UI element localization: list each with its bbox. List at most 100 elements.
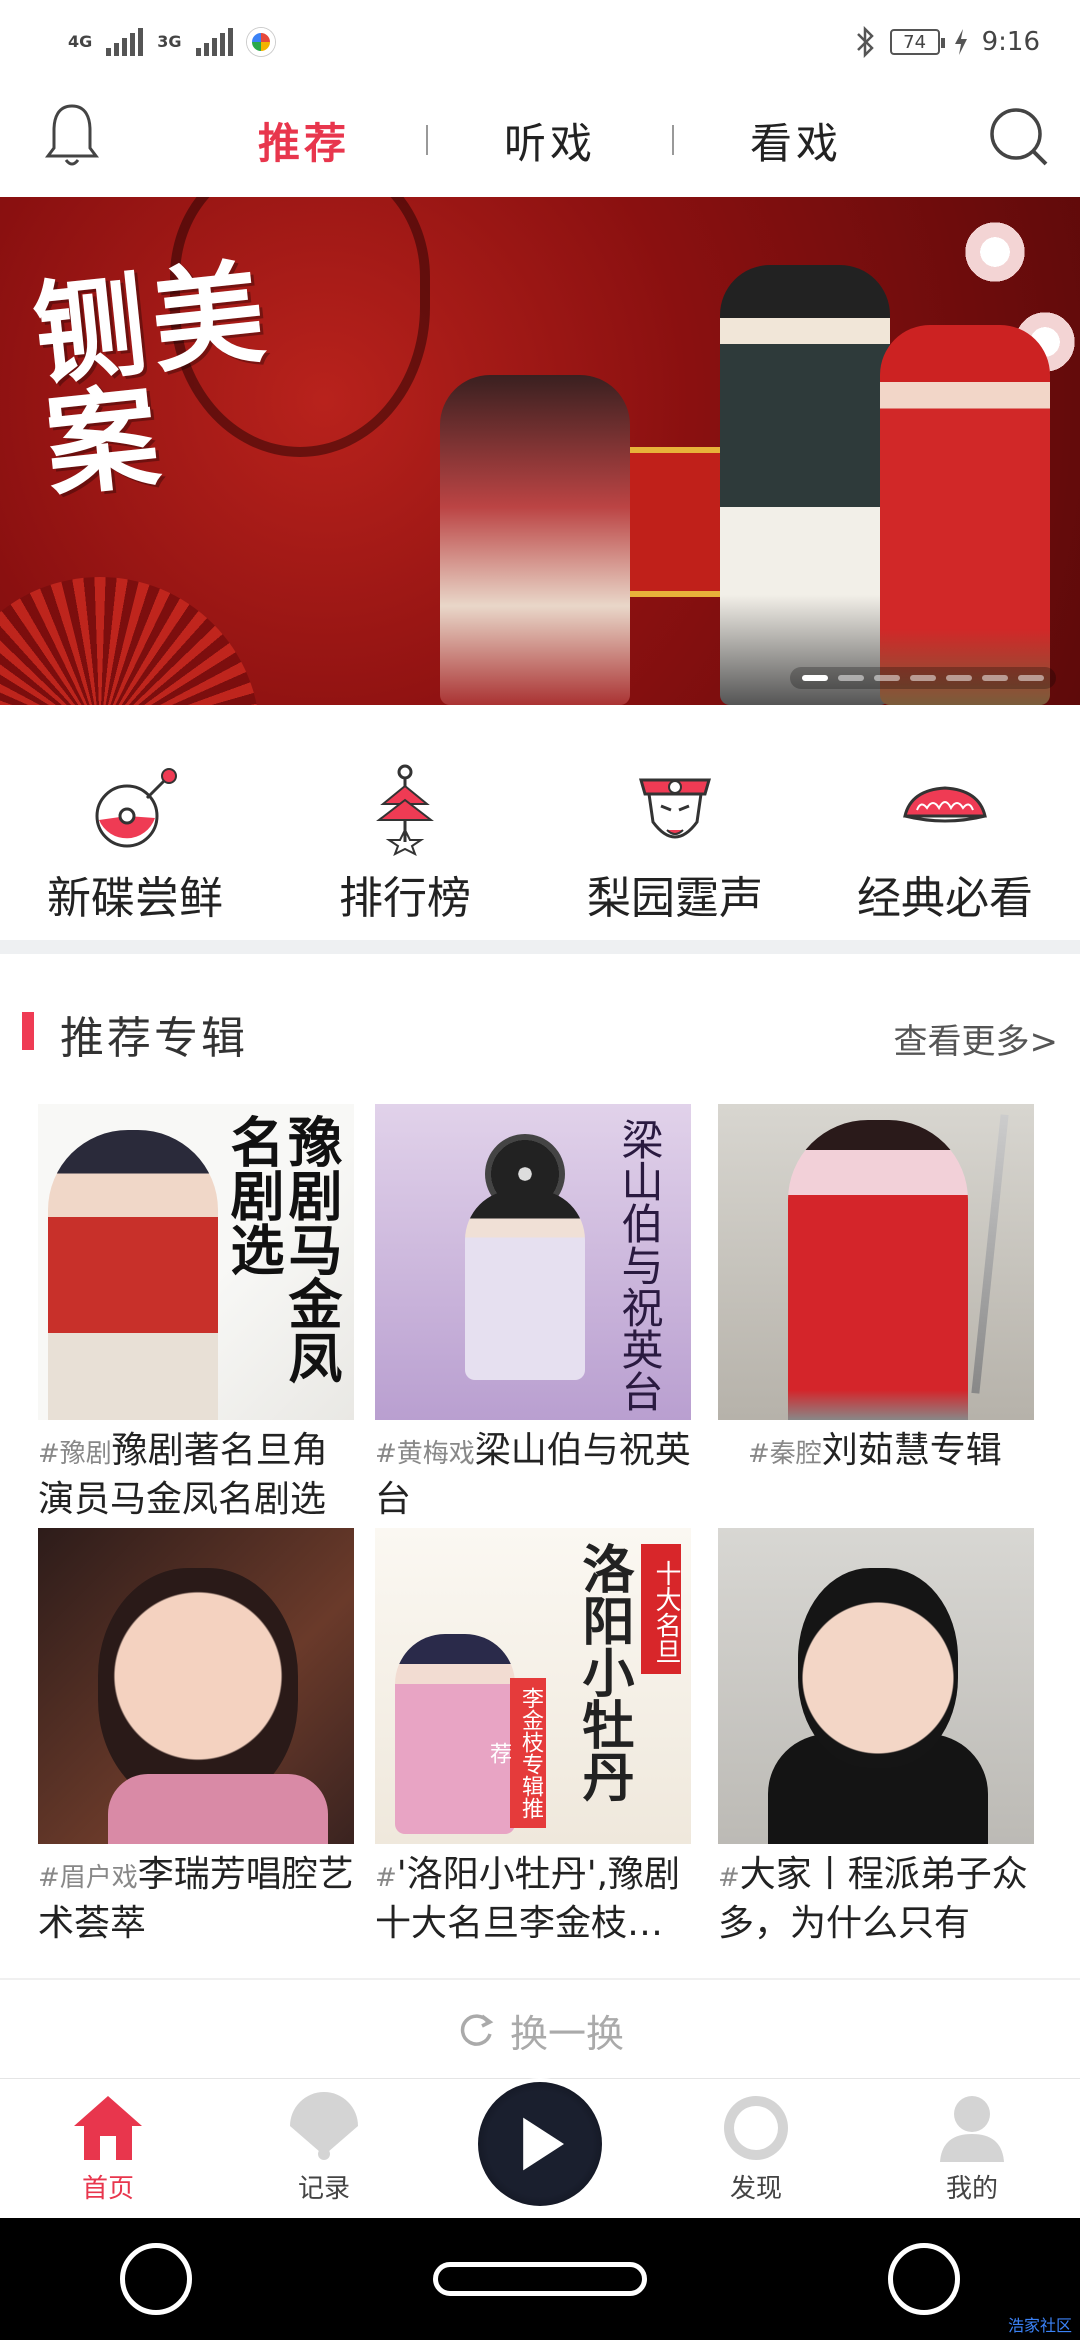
cover-performer <box>465 1190 585 1380</box>
album-card[interactable]: #大家丨程派弟子众多，为什么只有张… <box>718 1528 1034 1944</box>
refresh-label: 换一换 <box>509 2011 624 2056</box>
album-card[interactable]: 李金枝专辑推荐 洛阳小牡丹 十大名旦 #'洛阳小牡丹',豫剧十大名旦李金枝… <box>375 1528 691 1944</box>
banner-title: 铡美案 <box>27 246 277 513</box>
battery-level: 74 <box>903 31 927 53</box>
album-tag: #豫剧 <box>38 1439 112 1469</box>
album-card[interactable]: #眉户戏李瑞芳唱腔艺术荟萃 <box>38 1528 354 1944</box>
cover-dress <box>108 1774 328 1844</box>
album-caption: #眉户戏李瑞芳唱腔艺术荟萃 <box>38 1852 354 1944</box>
section-divider <box>0 940 1080 954</box>
category-classic[interactable]: 经典必看 <box>810 760 1080 940</box>
album-cover: 豫剧马金凤名剧选 <box>38 1104 354 1420</box>
category-new-disc[interactable]: 新碟尝鲜 <box>0 760 270 940</box>
album-caption: #豫剧豫剧著名旦角演员马金凤名剧选 <box>38 1428 354 1520</box>
home-icon <box>74 2096 142 2160</box>
banner-pagination <box>790 667 1056 689</box>
category-ranking[interactable]: 排行榜 <box>270 760 540 940</box>
watermark: 浩家社区 <box>1007 2316 1072 2335</box>
album-tag: #秦腔 <box>748 1439 822 1469</box>
cover-performer <box>788 1120 968 1420</box>
search-icon[interactable] <box>986 104 1050 168</box>
pagination-dot <box>982 675 1008 681</box>
discover-icon <box>724 2096 788 2160</box>
flower-decoration <box>960 217 1030 287</box>
back-button[interactable] <box>120 2243 193 2315</box>
new-disc-icon <box>95 768 177 848</box>
album-tag: #黄梅戏 <box>375 1439 475 1469</box>
cover-performer <box>395 1634 515 1834</box>
status-left: 4G 3G <box>68 28 275 56</box>
bluetooth-icon <box>856 26 874 58</box>
album-cover: 梁山伯与祝英台 <box>375 1104 691 1420</box>
top-nav: 推荐 听戏 看戏 <box>0 84 1080 196</box>
album-tag: # <box>718 1863 740 1893</box>
album-cover <box>38 1528 354 1844</box>
album-cover <box>718 1528 1034 1844</box>
album-tag: #眉户戏 <box>38 1863 138 1893</box>
cover-performer <box>48 1130 218 1420</box>
tab-listen[interactable]: 听戏 <box>504 110 596 171</box>
tab-profile[interactable]: 我的 <box>892 2092 1052 2205</box>
cover-subtitle: 李金枝专辑推荐 <box>486 1678 546 1828</box>
tab-label: 发现 <box>729 2174 782 2204</box>
tab-now-playing[interactable] <box>460 2081 620 2206</box>
tab-label: 我的 <box>945 2174 998 2204</box>
tab-discover[interactable]: 发现 <box>676 2092 836 2205</box>
hero-banner[interactable]: 铡美案 <box>0 197 1080 705</box>
album-title: 大家丨程派弟子众多，为什么只有张… <box>718 1854 1028 1944</box>
bottom-tab-bar: 首页 记录 发现 我的 <box>0 2078 1080 2218</box>
category-shortcuts: 新碟尝鲜 排行榜 梨园霆声 经典必看 <box>0 760 1080 940</box>
home-gesture-button[interactable] <box>432 2262 647 2296</box>
recents-button[interactable] <box>887 2243 960 2315</box>
album-title: '洛阳小牡丹',豫剧十大名旦李金枝… <box>375 1854 681 1944</box>
album-card[interactable]: #秦腔刘茹慧专辑 <box>718 1104 1034 1520</box>
signal-icon-2 <box>195 28 233 56</box>
album-card[interactable]: 梁山伯与祝英台 #黄梅戏梁山伯与祝英台 <box>375 1104 691 1520</box>
see-more-link[interactable]: 查看更多> <box>894 1014 1059 1063</box>
pagination-dot <box>838 675 864 681</box>
cover-portrait <box>98 1568 298 1808</box>
album-cover <box>718 1104 1034 1420</box>
fan-decoration <box>0 577 260 705</box>
cover-portrait <box>798 1568 958 1768</box>
cover-prop <box>971 1114 1009 1394</box>
cover-title: 洛阳小牡丹 <box>573 1542 634 1802</box>
opera-mask-icon <box>639 778 711 839</box>
battery-icon: 74 <box>889 29 945 55</box>
recommended-albums-header: 推荐专辑 查看更多> <box>0 990 1080 1070</box>
album-caption: #黄梅戏梁山伯与祝英台 <box>375 1428 691 1520</box>
system-nav-bar: 浩家社区 <box>0 2218 1080 2340</box>
network-type-2: 3G <box>157 32 182 51</box>
album-caption: #秦腔刘茹慧专辑 <box>718 1428 1034 1520</box>
status-right: 74 9:16 <box>854 26 1040 58</box>
profile-icon <box>940 2096 1004 2162</box>
classic-icon <box>903 786 987 823</box>
app-notification-icon <box>246 28 275 56</box>
fan-icon <box>290 2092 358 2160</box>
pagination-dot <box>874 675 900 681</box>
category-opera-voice[interactable]: 梨园霆声 <box>540 760 810 940</box>
tab-divider <box>425 125 428 155</box>
cover-title: 豫剧马金凤名剧选 <box>221 1114 343 1384</box>
performer-figure <box>440 375 630 705</box>
album-tag: # <box>375 1863 397 1893</box>
now-playing-button[interactable] <box>478 2081 602 2206</box>
refresh-button[interactable]: 换一换 <box>0 1990 1080 2070</box>
tab-records[interactable]: 记录 <box>244 2092 404 2205</box>
ranking-icon <box>376 764 434 856</box>
album-title: 刘茹慧专辑 <box>821 1430 1002 1471</box>
performer-figure <box>720 265 890 705</box>
tab-label: 首页 <box>81 2174 134 2204</box>
tab-watch[interactable]: 看戏 <box>750 110 842 171</box>
refresh-icon <box>460 2014 494 2046</box>
status-bar: 4G 3G 74 9:16 <box>0 0 1080 84</box>
refresh-divider <box>0 1978 1080 1980</box>
tab-home[interactable]: 首页 <box>28 2092 188 2205</box>
album-card[interactable]: 豫剧马金凤名剧选 #豫剧豫剧著名旦角演员马金凤名剧选 <box>38 1104 354 1520</box>
tab-divider <box>671 125 674 155</box>
category-label: 排行榜 <box>339 873 471 924</box>
tab-recommend[interactable]: 推荐 <box>258 110 350 171</box>
bell-icon[interactable] <box>44 102 100 168</box>
charging-icon <box>954 29 967 55</box>
category-label: 经典必看 <box>857 873 1033 924</box>
